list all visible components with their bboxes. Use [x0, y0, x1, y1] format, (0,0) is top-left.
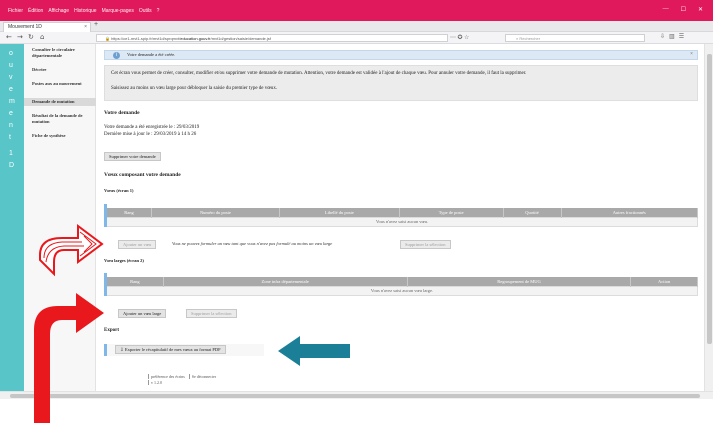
new-tab-icon[interactable]: +	[94, 21, 98, 28]
horizontal-scroll-thumb[interactable]	[10, 394, 700, 398]
help-text-2: Saisissez au moins un vœu large pour déb…	[111, 86, 278, 91]
back-icon[interactable]: ←	[6, 33, 12, 41]
brand-letter: u	[9, 62, 13, 69]
brand-letter: v	[9, 74, 13, 81]
sidebar-item-postes[interactable]: Postes aux au mouvement	[24, 80, 96, 88]
reload-icon[interactable]: ↻	[28, 33, 34, 41]
app-brand-strip: o u v e m e n t 1 D	[0, 44, 24, 391]
url-domain: education.gouv.fr	[180, 36, 211, 41]
help-box: Cet écran vous permet de créer, consulte…	[104, 65, 698, 101]
horizontal-scrollbar[interactable]	[0, 391, 713, 399]
menu-historique[interactable]: Historique	[74, 8, 97, 14]
brand-letter: m	[9, 98, 15, 105]
voeux-larges-empty-row: Vous n'avez saisi aucun vœu large.	[105, 285, 698, 296]
brand-letter: n	[9, 122, 13, 129]
col-zone-infra[interactable]: Zone infra départementale	[163, 277, 408, 286]
toolbar-icons[interactable]: ⇩▥☰	[660, 33, 688, 40]
tab-title: Mouvement 1D	[8, 24, 42, 30]
brand-letter: e	[9, 110, 13, 117]
help-text-1: Cet écran vous permet de créer, consulte…	[111, 71, 527, 76]
voeux-larges-label: Vœu larges (écran 2)	[104, 258, 144, 263]
menu-edition[interactable]: Édition	[28, 8, 43, 14]
add-voeu-note: Vous ne pouvez formuler un vœu tant que …	[172, 241, 333, 246]
footer-version: v 1.2.0	[148, 380, 162, 385]
demande-date-enregistrement: Votre demande a été enregistrée le : 29/…	[104, 125, 200, 130]
demande-title: Votre demande	[104, 110, 140, 116]
export-pdf-button[interactable]: ⇩ Exporter le récapitulatif de mes vœux …	[115, 345, 226, 354]
minimize-icon[interactable]: —	[663, 6, 669, 13]
search-input[interactable]: ⌕ Rechercher	[505, 34, 645, 42]
search-placeholder: Rechercher	[519, 36, 541, 41]
navigation-bar: ← → ↻ ⌂ 🔒 https://ce1-mvt1-spip.fr/mvt1d…	[0, 32, 713, 44]
brand-letter: D	[9, 162, 15, 169]
brand-letter: 1	[9, 150, 13, 157]
menu-fichier[interactable]: Fichier	[8, 8, 23, 14]
col-rang[interactable]: Rang	[105, 277, 164, 286]
delete-selection-button-2[interactable]: Supprimer la sélection	[186, 309, 237, 318]
export-title: Export	[104, 328, 119, 333]
brand-letter: e	[9, 86, 13, 93]
col-autres-fractionnes[interactable]: Autres fractionnés	[561, 208, 699, 217]
vertical-scrollbar[interactable]	[704, 44, 713, 391]
main-content: i Votre demande a été créée. × Cet écran…	[98, 44, 704, 391]
col-quotite[interactable]: Quotité	[503, 208, 562, 217]
col-type-poste[interactable]: Type de poste	[399, 208, 504, 217]
voeux-empty-row: Vous n'avez saisi aucun vœu.	[105, 216, 698, 227]
vertical-scroll-thumb[interactable]	[707, 54, 712, 344]
export-pdf-label: Exporter le récapitulatif de mes vœux au…	[124, 347, 221, 352]
voeux-table: Rang Numéro du poste Libellé du poste Ty…	[104, 204, 699, 227]
menu-aide[interactable]: ?	[157, 8, 160, 14]
col-numero-poste[interactable]: Numéro du poste	[151, 208, 280, 217]
close-window-icon[interactable]: ✕	[698, 6, 703, 13]
footer-link-preferences[interactable]: préférence des écrins	[148, 374, 185, 379]
footer: préférence des écrins Se déconnecter v 1…	[148, 374, 219, 386]
delete-selection-button[interactable]: Supprimer la sélection	[400, 240, 451, 249]
sidebar-item-fiche-synthese[interactable]: Fiche de synthèse	[24, 132, 96, 140]
maximize-icon[interactable]: ☐	[681, 6, 686, 13]
notice-text: Votre demande a été créée.	[127, 52, 176, 57]
demande-date-maj: Dernière mise à jour le : 29/03/2019 à 1…	[104, 132, 197, 137]
forward-icon[interactable]: →	[17, 33, 23, 41]
add-voeu-large-button[interactable]: Ajouter un vœu large	[118, 309, 167, 318]
info-icon: i	[113, 52, 120, 59]
brand-letter: o	[9, 50, 13, 57]
sidebar-menu: Consulter le circulaire départementale D…	[24, 44, 96, 391]
address-bar[interactable]: 🔒 https://ce1-mvt1-spip.fr/mvt1d/sprqmvt…	[96, 34, 448, 42]
menu-outils[interactable]: Outils	[139, 8, 152, 14]
col-libelle-poste[interactable]: Libellé du poste	[279, 208, 400, 217]
brand-letter: t	[9, 134, 11, 141]
col-rang[interactable]: Rang	[105, 208, 152, 217]
tab-bar: Mouvement 1D × +	[0, 21, 713, 32]
page-action-icons[interactable]: ⋯ ✪ ☆	[450, 34, 469, 41]
url-prefix: https://ce1-mvt1-spip.fr/mvt1d/sprqmvt/	[111, 36, 181, 41]
col-regroupement-mug[interactable]: Regroupement de MUG	[407, 277, 632, 286]
sidebar-item-demande-mutation[interactable]: Demande de mutation	[24, 98, 96, 106]
close-tab-icon[interactable]: ×	[84, 23, 87, 32]
success-notice: i Votre demande a été créée. ×	[104, 50, 698, 60]
sidebar-item-decrire[interactable]: Décrire	[24, 66, 96, 74]
sidebar-item-circulaire[interactable]: Consulter le circulaire départementale	[24, 46, 96, 60]
close-notice-icon[interactable]: ×	[690, 51, 693, 59]
voeux-section-title: Vœux composant votre demande	[104, 172, 181, 178]
footer-link-logout[interactable]: Se déconnecter	[188, 374, 217, 379]
export-box: ⇩ Exporter le récapitulatif de mes vœux …	[104, 344, 264, 356]
url-suffix: /mvt1d/gestion/saisie/demande.jsf	[210, 36, 271, 41]
window-controls: — ☐ ✕	[663, 6, 703, 13]
delete-demande-button[interactable]: Supprimer votre demande	[104, 152, 161, 161]
sidebar-item-resultat[interactable]: Résultat de la demande de mutation	[24, 112, 96, 126]
voeux-label: Vœux (écran 1)	[104, 188, 134, 193]
browser-tab[interactable]: Mouvement 1D ×	[3, 22, 91, 32]
home-icon[interactable]: ⌂	[40, 33, 44, 41]
menu-marque-pages[interactable]: Marque-pages	[102, 8, 134, 14]
voeux-larges-table: Rang Zone infra départementale Regroupem…	[104, 273, 698, 296]
add-voeu-button[interactable]: Ajouter un vœu	[118, 240, 157, 249]
col-action: Action	[630, 277, 698, 286]
menu-affichage[interactable]: Affichage	[48, 8, 69, 14]
browser-menubar: Fichier Édition Affichage Historique Mar…	[0, 0, 713, 21]
